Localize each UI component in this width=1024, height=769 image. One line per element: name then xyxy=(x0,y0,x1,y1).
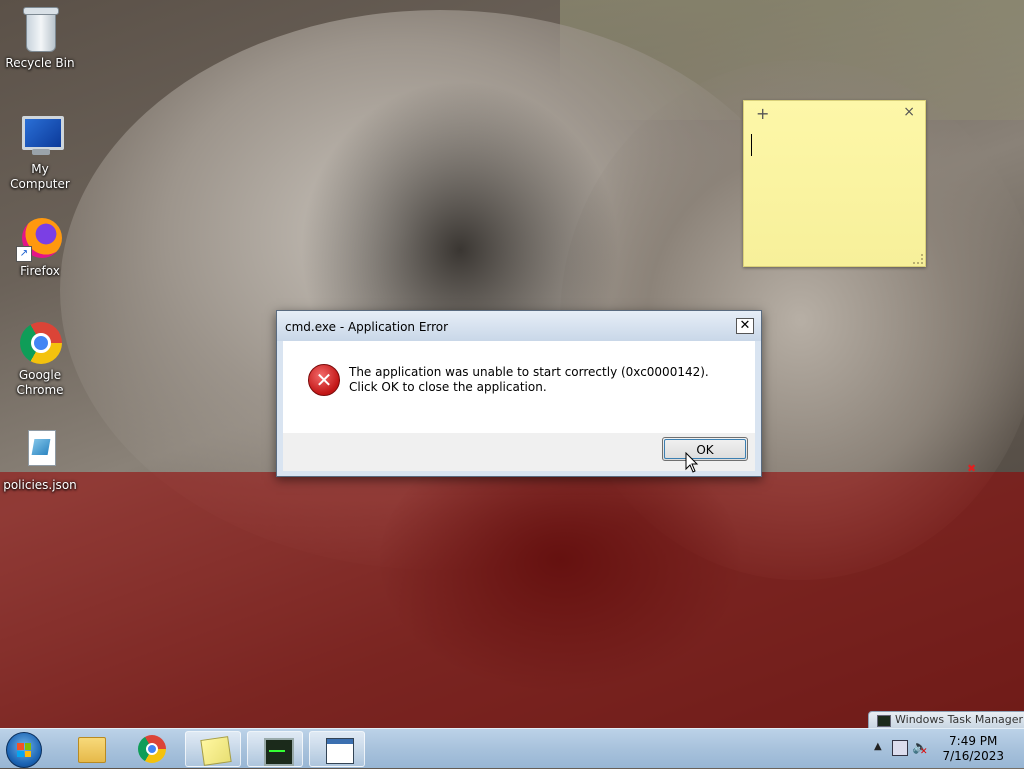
start-button[interactable] xyxy=(6,732,42,768)
clock-date: 7/16/2023 xyxy=(942,749,1004,763)
ok-button[interactable]: OK xyxy=(662,437,748,461)
clock[interactable]: 7:49 PM 7/16/2023 xyxy=(942,734,1004,764)
close-note-button[interactable]: × xyxy=(903,104,915,120)
task-manager-window-tab[interactable]: Windows Task Manager xyxy=(868,711,1024,729)
taskbar: ▲ 🔈 ✕ 7:49 PM 7/16/2023 xyxy=(0,728,1024,768)
chrome-icon xyxy=(138,735,166,763)
desktop-icon-label: Recycle Bin xyxy=(5,56,75,70)
dialog-body: ✕ The application was unable to start co… xyxy=(283,341,755,433)
computer-icon xyxy=(22,116,64,150)
windows-logo-icon xyxy=(17,743,31,757)
desktop-icon-policies-json[interactable]: policies.json xyxy=(0,428,80,493)
small-close-marker-icon: ✖ xyxy=(967,462,977,475)
mouse-cursor-icon xyxy=(685,452,699,473)
desktop-icon-label: policies.json xyxy=(3,478,77,492)
window-icon xyxy=(326,738,354,764)
sticky-notes-icon xyxy=(200,736,232,766)
sticky-note-text-area[interactable] xyxy=(748,127,921,256)
clock-time: 7:49 PM xyxy=(949,734,998,748)
taskbar-google-chrome[interactable] xyxy=(124,731,180,767)
sticky-note[interactable]: + × xyxy=(743,100,926,267)
task-manager-icon xyxy=(877,715,891,727)
desktop-icon-my-computer[interactable]: My Computer xyxy=(0,112,80,192)
desktop-icon-google-chrome[interactable]: Google Chrome xyxy=(0,318,80,398)
taskbar-sticky-notes[interactable] xyxy=(185,731,241,767)
resize-grip-icon[interactable] xyxy=(913,254,923,264)
sticky-note-titlebar[interactable]: + × xyxy=(744,101,925,125)
desktop-icon-firefox[interactable]: ↗ Firefox xyxy=(0,214,80,279)
add-note-button[interactable]: + xyxy=(756,104,769,123)
error-message: The application was unable to start corr… xyxy=(349,365,709,394)
desktop-icon-label: My Computer xyxy=(10,162,70,191)
red-overlay xyxy=(0,472,1024,728)
dialog-close-button[interactable]: ✕ xyxy=(736,318,754,334)
task-manager-window-title: Windows Task Manager xyxy=(895,713,1024,726)
muted-indicator-icon: ✕ xyxy=(920,747,928,757)
taskbar-cmd-window[interactable] xyxy=(309,731,365,767)
desktop-icon-label: Google Chrome xyxy=(16,368,64,397)
task-manager-icon xyxy=(264,738,294,766)
desktop-icon-recycle-bin[interactable]: Recycle Bin xyxy=(0,6,80,71)
desktop-icon-label: Firefox xyxy=(20,264,60,278)
recycle-bin-icon xyxy=(23,7,59,52)
show-hidden-icons-button[interactable]: ▲ xyxy=(874,741,882,752)
taskbar-windows-explorer[interactable] xyxy=(62,731,118,767)
chrome-icon xyxy=(20,322,62,364)
dialog-titlebar[interactable]: cmd.exe - Application Error ✕ xyxy=(277,311,761,341)
error-icon: ✕ xyxy=(308,364,340,396)
system-tray: ▲ 🔈 ✕ 7:49 PM 7/16/2023 xyxy=(864,729,1024,769)
network-icon[interactable] xyxy=(892,740,908,756)
json-file-icon xyxy=(28,430,56,466)
dialog-title: cmd.exe - Application Error xyxy=(285,320,449,334)
shortcut-arrow-icon: ↗ xyxy=(16,246,32,262)
folder-icon xyxy=(78,737,106,763)
taskbar-task-manager[interactable] xyxy=(247,731,303,767)
